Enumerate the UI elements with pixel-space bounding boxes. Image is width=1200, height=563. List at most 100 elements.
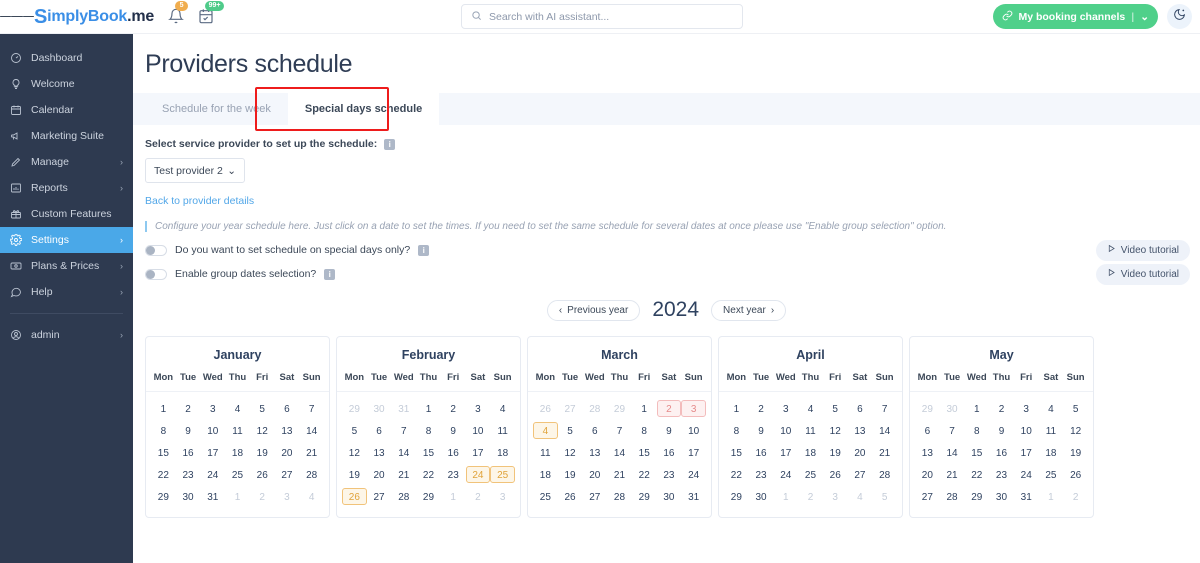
notifications-bell-icon[interactable]: 5 <box>168 0 189 26</box>
sidebar-item-marketing-suite[interactable]: Marketing Suite <box>0 123 133 149</box>
theme-toggle-button[interactable] <box>1167 4 1192 29</box>
search-box[interactable] <box>461 4 743 29</box>
calendar-day[interactable]: 13 <box>275 422 300 439</box>
sidebar-item-welcome[interactable]: Welcome <box>0 71 133 97</box>
calendar-day[interactable]: 31 <box>681 488 706 505</box>
sidebar-item-custom-features[interactable]: Custom Features <box>0 201 133 227</box>
calendar-day-highlighted[interactable]: 24 <box>465 466 491 483</box>
calendar-day[interactable]: 12 <box>250 422 275 439</box>
toggle-group-dates-selection[interactable] <box>145 268 167 280</box>
back-to-provider-details-link[interactable]: Back to provider details <box>145 195 1200 207</box>
calendar-day[interactable]: 19 <box>823 444 848 461</box>
calendar-day[interactable]: 3 <box>773 400 798 417</box>
calendar-day[interactable]: 16 <box>657 444 682 461</box>
calendar-day[interactable]: 27 <box>848 466 873 483</box>
calendar-day[interactable]: 4 <box>1039 400 1064 417</box>
calendar-day[interactable]: 3 <box>1014 400 1039 417</box>
calendar-day[interactable]: 29 <box>416 488 441 505</box>
calendar-day[interactable]: 11 <box>490 422 515 439</box>
info-icon[interactable]: i <box>418 244 430 256</box>
video-tutorial-button-1[interactable]: Video tutorial <box>1095 239 1190 261</box>
sidebar-item-settings[interactable]: Settings › <box>0 227 133 253</box>
calendar-day[interactable]: 12 <box>558 444 583 461</box>
calendar-day[interactable]: 17 <box>200 444 225 461</box>
calendar-day[interactable]: 9 <box>657 422 682 439</box>
calendar-day[interactable]: 8 <box>632 422 657 439</box>
calendar-day[interactable]: 18 <box>225 444 250 461</box>
info-icon[interactable]: i <box>324 268 336 280</box>
calendar-day[interactable]: 26 <box>1063 466 1088 483</box>
calendar-day[interactable]: 17 <box>681 444 706 461</box>
calendar-day[interactable]: 28 <box>872 466 897 483</box>
calendar-day[interactable]: 17 <box>466 444 491 461</box>
calendar-day[interactable]: 24 <box>1014 466 1039 483</box>
calendar-day[interactable]: 13 <box>367 444 392 461</box>
calendar-day[interactable]: 28 <box>299 466 324 483</box>
calendar-day[interactable]: 25 <box>533 488 558 505</box>
calendar-day[interactable]: 7 <box>391 422 416 439</box>
search-input[interactable] <box>489 10 733 23</box>
info-icon[interactable]: i <box>384 138 396 150</box>
brand-logo[interactable]: SimplyBook .me <box>34 5 154 28</box>
calendar-day[interactable]: 6 <box>367 422 392 439</box>
calendar-day[interactable]: 14 <box>391 444 416 461</box>
calendar-day[interactable]: 30 <box>749 488 774 505</box>
calendar-day[interactable]: 11 <box>1039 422 1064 439</box>
calendar-day[interactable]: 9 <box>989 422 1014 439</box>
calendar-day[interactable]: 13 <box>582 444 607 461</box>
calendar-day[interactable]: 26 <box>250 466 275 483</box>
calendar-day[interactable]: 7 <box>872 400 897 417</box>
calendar-day[interactable]: 11 <box>533 444 558 461</box>
calendar-day[interactable]: 15 <box>151 444 176 461</box>
calendar-day[interactable]: 1 <box>151 400 176 417</box>
sidebar-item-calendar[interactable]: Calendar <box>0 97 133 123</box>
calendar-day[interactable]: 28 <box>940 488 965 505</box>
calendar-day[interactable]: 5 <box>558 422 583 439</box>
toggle-special-days-only[interactable] <box>145 244 167 256</box>
calendar-day[interactable]: 9 <box>176 422 201 439</box>
calendar-day[interactable]: 9 <box>441 422 466 439</box>
calendar-day[interactable]: 20 <box>275 444 300 461</box>
calendar-day[interactable]: 25 <box>798 466 823 483</box>
calendar-day[interactable]: 25 <box>225 466 250 483</box>
calendar-day[interactable]: 11 <box>798 422 823 439</box>
calendar-day[interactable]: 13 <box>915 444 940 461</box>
calendar-day[interactable]: 1 <box>632 400 657 417</box>
calendar-day[interactable]: 4 <box>225 400 250 417</box>
calendar-day[interactable]: 4 <box>490 400 515 417</box>
calendar-day[interactable]: 15 <box>724 444 749 461</box>
calendar-day[interactable]: 23 <box>749 466 774 483</box>
calendar-day[interactable]: 18 <box>1039 444 1064 461</box>
calendar-day[interactable]: 17 <box>773 444 798 461</box>
calendar-day[interactable]: 24 <box>773 466 798 483</box>
calendar-day[interactable]: 21 <box>872 444 897 461</box>
calendar-day[interactable]: 21 <box>607 466 632 483</box>
calendar-day[interactable]: 18 <box>798 444 823 461</box>
calendar-day[interactable]: 1 <box>964 400 989 417</box>
calendar-day[interactable]: 10 <box>681 422 706 439</box>
calendar-day[interactable]: 29 <box>632 488 657 505</box>
calendar-day[interactable]: 3 <box>466 400 491 417</box>
calendar-day[interactable]: 6 <box>915 422 940 439</box>
calendar-day[interactable]: 12 <box>1063 422 1088 439</box>
calendar-day[interactable]: 8 <box>416 422 441 439</box>
calendar-day[interactable]: 6 <box>275 400 300 417</box>
video-tutorial-button-2[interactable]: Video tutorial <box>1095 263 1190 285</box>
sidebar-item-help[interactable]: Help › <box>0 279 133 305</box>
calendar-day[interactable]: 19 <box>1063 444 1088 461</box>
calendar-day[interactable]: 18 <box>533 466 558 483</box>
calendar-day[interactable]: 23 <box>441 466 466 483</box>
sidebar-item-plans-and-prices[interactable]: Plans & Prices › <box>0 253 133 279</box>
calendar-day[interactable]: 24 <box>200 466 225 483</box>
calendar-day[interactable]: 4 <box>798 400 823 417</box>
calendar-day[interactable]: 30 <box>989 488 1014 505</box>
calendar-day[interactable]: 19 <box>342 466 367 483</box>
calendar-day[interactable]: 15 <box>964 444 989 461</box>
calendar-day[interactable]: 20 <box>915 466 940 483</box>
calendar-day[interactable]: 2 <box>989 400 1014 417</box>
calendar-day[interactable]: 17 <box>1014 444 1039 461</box>
calendar-day[interactable]: 10 <box>1014 422 1039 439</box>
calendar-day[interactable]: 28 <box>391 488 416 505</box>
calendar-day[interactable]: 7 <box>607 422 632 439</box>
calendar-day[interactable]: 5 <box>823 400 848 417</box>
